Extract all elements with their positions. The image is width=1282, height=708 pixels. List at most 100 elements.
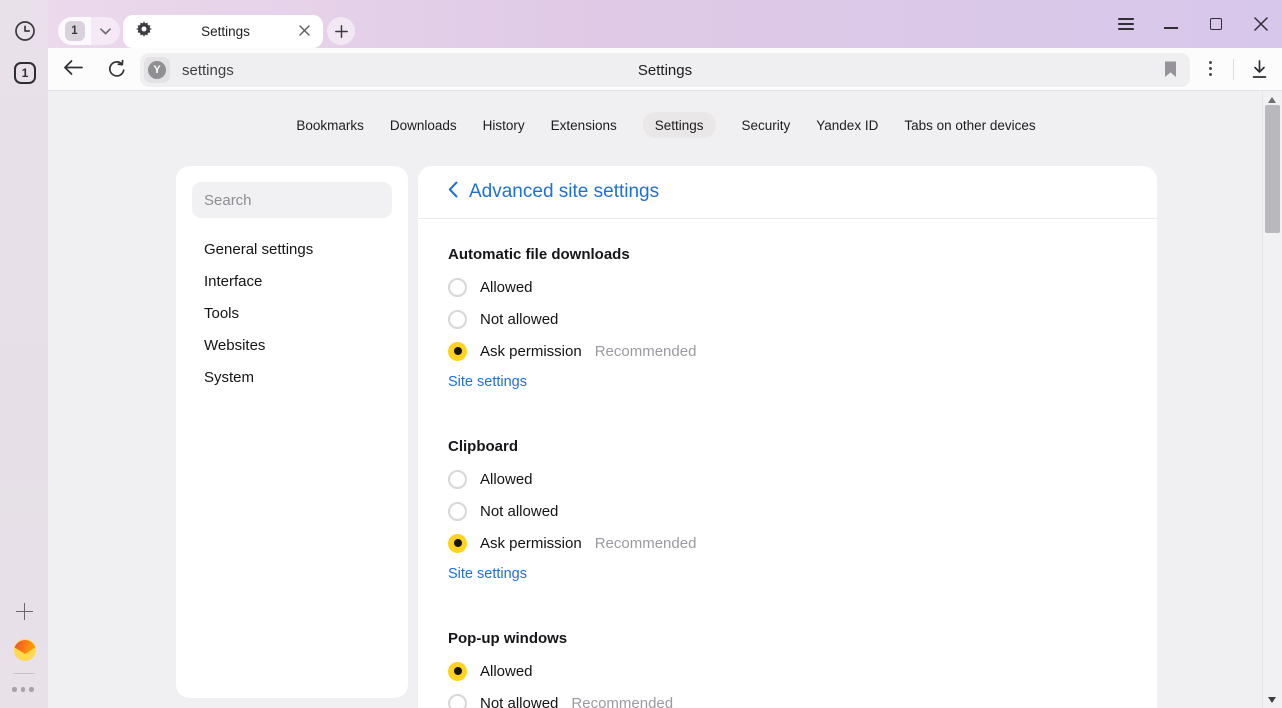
tab-title: Settings [152,24,299,39]
option-label: Ask permission [480,343,582,360]
radio-option[interactable]: Allowed [448,463,1127,495]
nav-extensions[interactable]: Extensions [551,118,617,133]
kebab-menu-icon[interactable] [1204,61,1216,76]
sidebar-item-websites[interactable]: Websites [176,330,408,362]
sidebar-item-interface[interactable]: Interface [176,266,408,298]
side-rail: 1 [0,0,48,708]
radio-selected-icon[interactable] [448,534,467,553]
panel-header[interactable]: Advanced site settings [418,166,1157,219]
option-note: Recommended [595,535,697,552]
panel-body: Automatic file downloads Allowed Not all… [418,219,1157,708]
address-toolbar: Y settings Settings [48,48,1282,91]
history-clock-icon[interactable] [14,20,36,42]
tab-strip: 1 Settings [48,0,1282,48]
page-content: Bookmarks Downloads History Extensions S… [48,92,1262,708]
radio-unselected-icon[interactable] [448,694,467,708]
chevron-left-icon [448,181,458,203]
tab-group-button[interactable]: 1 [14,62,36,84]
plus-icon [335,25,348,38]
option-label: Allowed [480,279,533,296]
option-label: Not allowed [480,503,558,520]
active-tab-settings[interactable]: Settings [123,15,323,48]
radio-unselected-icon[interactable] [448,310,467,329]
radio-option[interactable]: Not allowed Recommended [448,687,1127,708]
vertical-scrollbar[interactable] [1262,92,1282,708]
bookmark-flag-icon[interactable] [1164,61,1177,83]
tab-list-dropdown[interactable] [91,17,120,45]
site-settings-link[interactable]: Site settings [448,373,527,391]
radio-option[interactable]: Ask permission Recommended [448,335,1127,367]
radio-selected-icon[interactable] [448,662,467,681]
radio-option[interactable]: Allowed [448,655,1127,687]
nav-settings[interactable]: Settings [643,112,716,138]
option-label: Not allowed [480,311,558,328]
radio-option[interactable]: Not allowed [448,303,1127,335]
search-box[interactable] [192,182,392,218]
radio-unselected-icon[interactable] [448,502,467,521]
new-tab-button[interactable] [327,17,355,45]
chevron-down-icon [100,28,111,35]
page-title[interactable]: Advanced site settings [469,181,659,203]
yandex-y-icon: Y [148,61,166,79]
nav-bookmarks[interactable]: Bookmarks [296,118,364,133]
option-label: Allowed [480,471,533,488]
minimize-icon[interactable] [1163,16,1179,32]
site-settings-link[interactable]: Site settings [448,565,527,583]
nav-security[interactable]: Security [742,118,791,133]
reload-icon[interactable] [107,59,127,84]
add-panel-icon[interactable] [16,603,33,620]
scrollbar-thumb[interactable] [1265,105,1280,233]
nav-downloads[interactable]: Downloads [390,118,457,133]
more-dots-icon[interactable] [12,687,34,692]
section-title: Clipboard [448,437,1127,457]
rail-divider [13,673,35,674]
section-clipboard: Clipboard Allowed Not allowed Ask permis… [448,437,1127,583]
scroll-down-arrow-icon[interactable] [1268,697,1276,703]
downloads-icon[interactable] [1251,60,1268,84]
option-label: Not allowed [480,695,558,708]
option-note: Recommended [595,343,697,360]
maximize-icon[interactable] [1208,16,1224,32]
yandex-browser-logo-icon[interactable] [13,638,37,662]
settings-sidebar: General settings Interface Tools Website… [176,166,408,698]
window-controls [1118,0,1269,48]
nav-tabs-other-devices[interactable]: Tabs on other devices [904,118,1035,133]
address-bar[interactable]: Y settings Settings [140,53,1190,87]
radio-option[interactable]: Not allowed [448,495,1127,527]
sidebar-item-system[interactable]: System [176,362,408,394]
tab-group-label: 1 [22,66,29,80]
scroll-up-arrow-icon[interactable] [1268,97,1276,103]
settings-top-nav: Bookmarks Downloads History Extensions S… [70,112,1262,138]
menu-icon[interactable] [1118,16,1134,32]
site-favicon[interactable]: Y [144,57,170,83]
advanced-site-settings-panel: Advanced site settings Automatic file do… [418,166,1157,708]
option-label: Ask permission [480,535,582,552]
nav-history[interactable]: History [483,118,525,133]
tab-counter[interactable]: 1 [58,17,91,45]
back-icon[interactable] [62,59,84,81]
toolbar-divider [1233,59,1234,80]
radio-option[interactable]: Ask permission Recommended [448,527,1127,559]
url-text[interactable]: settings [182,62,234,79]
radio-selected-icon[interactable] [448,342,467,361]
sidebar-list: General settings Interface Tools Website… [176,234,408,394]
gear-icon [136,21,152,42]
tab-counter-badge: 1 [65,21,85,41]
tab-close-icon[interactable] [299,23,310,41]
radio-option[interactable]: Allowed [448,271,1127,303]
nav-yandex-id[interactable]: Yandex ID [816,118,878,133]
radio-unselected-icon[interactable] [448,470,467,489]
window-close-icon[interactable] [1253,16,1269,32]
radio-unselected-icon[interactable] [448,278,467,297]
section-title: Pop-up windows [448,629,1127,649]
option-label: Allowed [480,663,533,680]
search-input[interactable] [192,192,392,209]
section-automatic-file-downloads: Automatic file downloads Allowed Not all… [448,245,1127,391]
sidebar-item-general-settings[interactable]: General settings [176,234,408,266]
sidebar-item-tools[interactable]: Tools [176,298,408,330]
tab-counter-control[interactable]: 1 [58,17,120,45]
section-popup-windows: Pop-up windows Allowed Not allowed Recom… [448,629,1127,708]
option-note: Recommended [571,695,673,708]
page-title-centered: Settings [140,62,1190,79]
section-title: Automatic file downloads [448,245,1127,265]
